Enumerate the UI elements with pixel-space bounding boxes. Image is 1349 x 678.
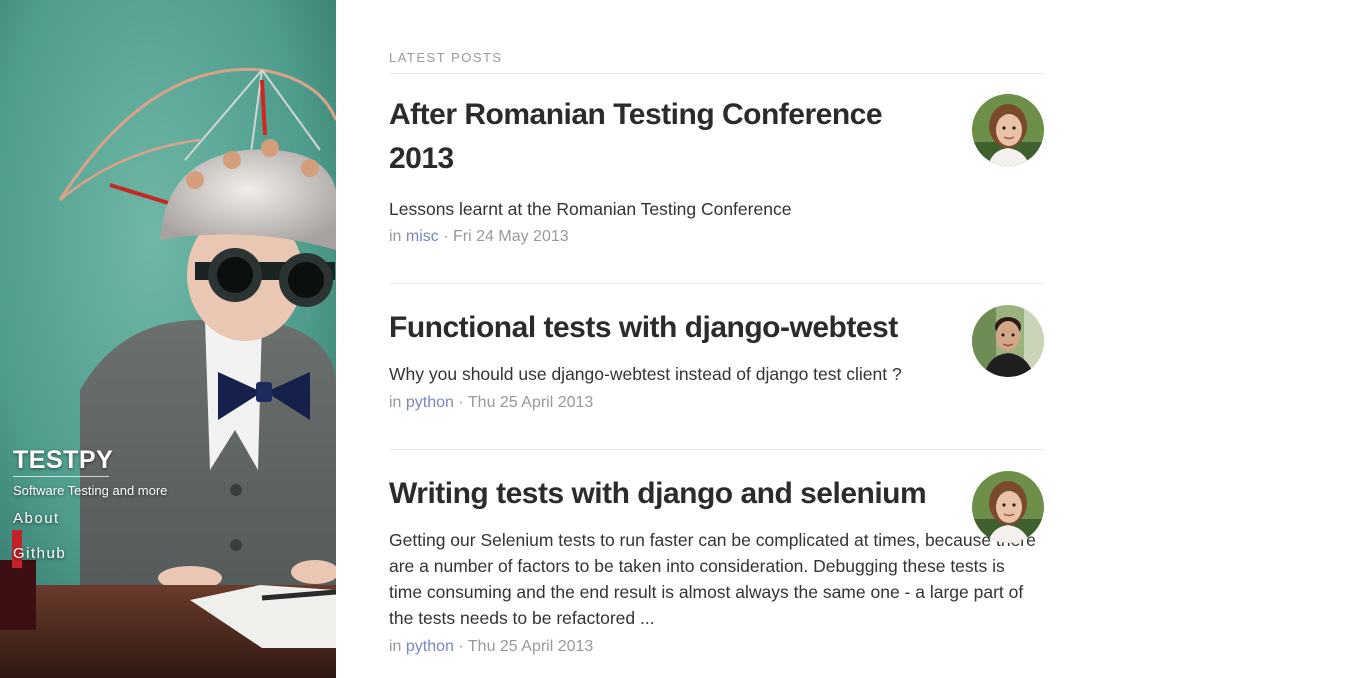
post-category-link[interactable]: python (406, 394, 454, 411)
post-meta: in python · Thu 25 April 2013 (389, 637, 1044, 657)
sidebar: TESTPY Software Testing and more About G… (0, 0, 336, 678)
post-title-link[interactable]: Functional tests with django-webtest (389, 306, 929, 350)
post-item: Writing tests with django and selenium G… (389, 450, 1044, 657)
post-date: Fri 24 May 2013 (453, 228, 569, 245)
post-category-link[interactable]: python (406, 638, 454, 655)
site-tagline: Software Testing and more (13, 483, 168, 498)
post-meta: in misc · Fri 24 May 2013 (389, 227, 1044, 247)
post-date: Thu 25 April 2013 (467, 638, 594, 655)
nav-item-github: Github (13, 545, 66, 580)
nav-link-github[interactable]: Github (13, 545, 66, 580)
post-item: After Romanian Testing Conference 2013 L… (389, 74, 1044, 284)
post-meta-in: in (389, 638, 402, 655)
post-meta-separator: · (443, 228, 449, 245)
site-title-link[interactable]: TESTPY (13, 446, 113, 477)
post-summary: Getting our Selenium tests to run faster… (389, 530, 1036, 628)
post-category-link[interactable]: misc (406, 228, 439, 245)
author-avatar-woman-icon (972, 94, 1044, 166)
sidebar-nav: About Github (13, 510, 66, 580)
post-meta: in python · Thu 25 April 2013 (389, 393, 1044, 413)
post-summary: Lessons learnt at the Romanian Testing C… (389, 199, 792, 219)
author-avatar[interactable] (972, 305, 1044, 377)
post-summary: Why you should use django-webtest instea… (389, 364, 902, 384)
post-meta-in: in (389, 228, 402, 245)
site-brand: TESTPY Software Testing and more (13, 446, 167, 499)
author-avatar[interactable] (972, 94, 1044, 166)
latest-posts-heading: LATEST POSTS (389, 50, 1044, 74)
post-date: Thu 25 April 2013 (467, 394, 594, 411)
author-avatar-woman-icon (972, 471, 1044, 543)
nav-link-about[interactable]: About (13, 510, 66, 545)
post-meta-separator: · (458, 638, 464, 655)
author-avatar-man-icon (972, 305, 1044, 377)
author-avatar[interactable] (972, 471, 1044, 543)
post-title-link[interactable]: Writing tests with django and selenium (389, 472, 929, 516)
main-content: LATEST POSTS After Romanian Testing Conf… (389, 50, 1044, 657)
post-title-link[interactable]: After Romanian Testing Conference 2013 (389, 93, 929, 181)
post-item: Functional tests with django-webtest Why… (389, 284, 1044, 450)
post-meta-separator: · (458, 394, 464, 411)
nav-item-about: About (13, 510, 66, 545)
post-meta-in: in (389, 394, 402, 411)
